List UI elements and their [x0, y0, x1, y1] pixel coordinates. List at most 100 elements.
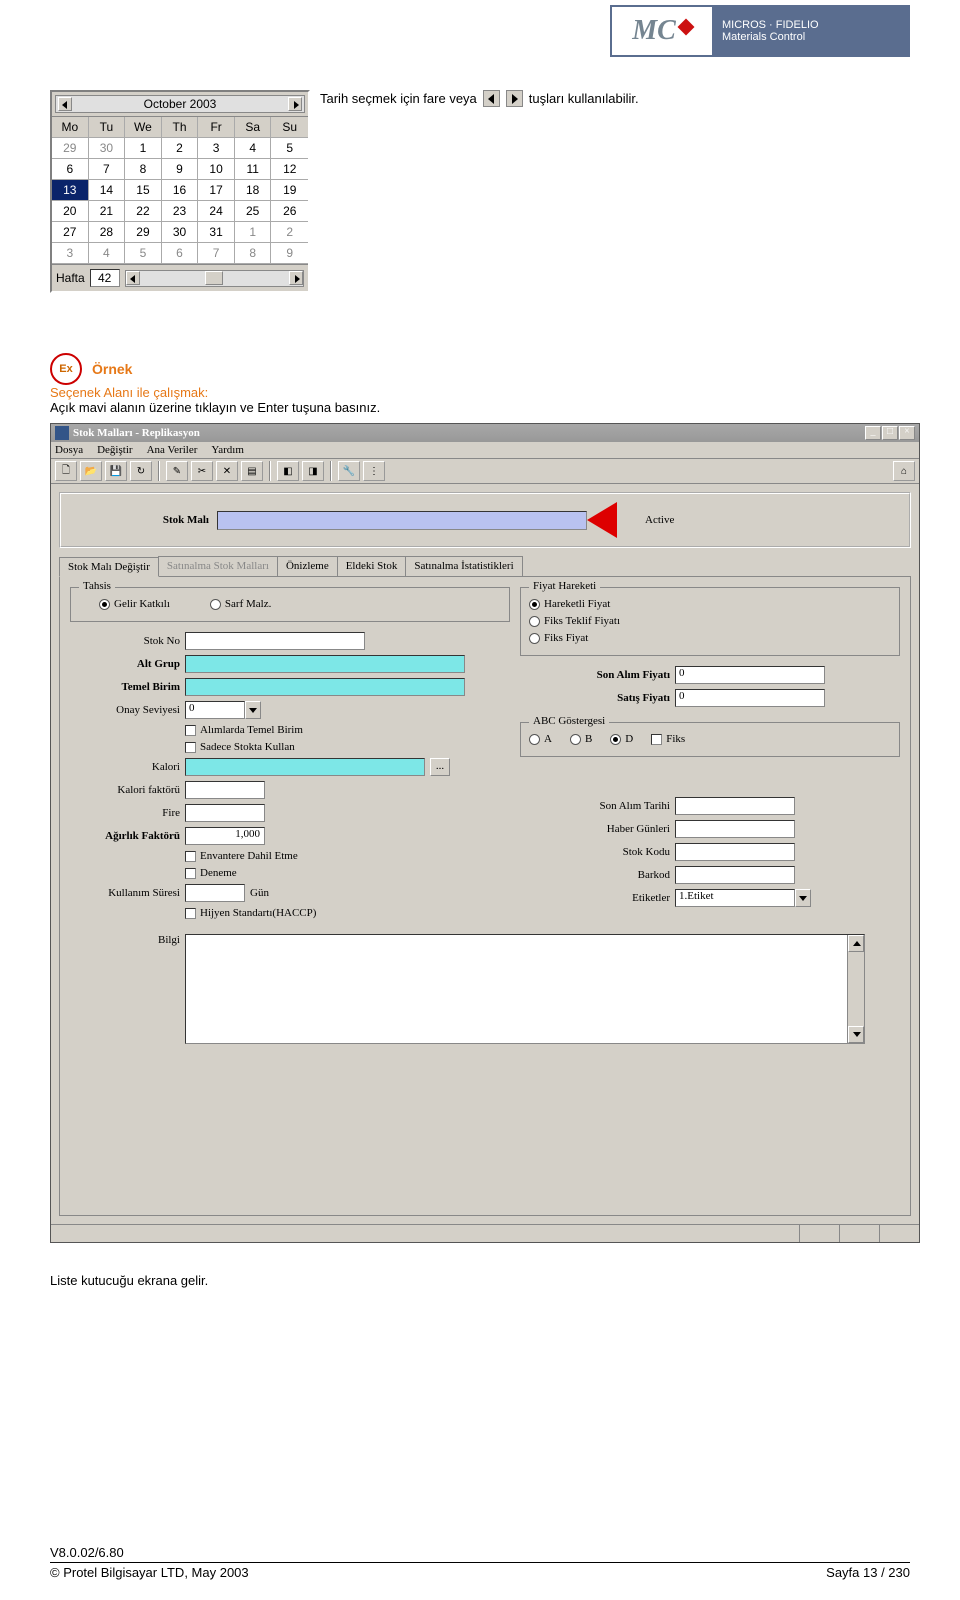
tool-icon[interactable]: ✎: [166, 461, 188, 481]
settings-icon[interactable]: 🔧: [338, 461, 360, 481]
tab[interactable]: Satınalma Stok Malları: [158, 556, 278, 576]
tool-icon[interactable]: ✕: [216, 461, 238, 481]
prev-month-icon[interactable]: [58, 97, 72, 111]
radio-b[interactable]: B: [570, 733, 592, 745]
open-icon[interactable]: 📂: [80, 461, 102, 481]
radio-fiks-fiyat[interactable]: Fiks Fiyat: [529, 632, 588, 644]
calendar-day[interactable]: 30: [89, 138, 126, 159]
calendar-day[interactable]: 17: [198, 180, 235, 201]
calendar-day[interactable]: 8: [235, 243, 272, 264]
menu-item[interactable]: Yardım: [211, 444, 244, 456]
calendar-day[interactable]: 30: [162, 222, 199, 243]
calendar-day[interactable]: 2: [162, 138, 199, 159]
calendar-day[interactable]: 23: [162, 201, 199, 222]
calendar-day[interactable]: 5: [125, 243, 162, 264]
maximize-button[interactable]: □: [882, 426, 898, 440]
son-alim-input[interactable]: 0: [675, 666, 825, 684]
check-deneme[interactable]: Deneme: [185, 867, 237, 879]
calendar-day[interactable]: 3: [52, 243, 89, 264]
week-prev-icon[interactable]: [126, 271, 140, 285]
refresh-icon[interactable]: ↻: [130, 461, 152, 481]
etiketler-dropdown[interactable]: 1.Etiket: [675, 889, 811, 907]
calendar-day[interactable]: 8: [125, 159, 162, 180]
scroll-up-icon[interactable]: [848, 935, 864, 952]
calendar-day[interactable]: 26: [271, 201, 308, 222]
calendar-day[interactable]: 2: [271, 222, 308, 243]
kullanim-input[interactable]: [185, 884, 245, 902]
calendar-day[interactable]: 19: [271, 180, 308, 201]
calendar-day[interactable]: 14: [89, 180, 126, 201]
bilgi-textarea[interactable]: [185, 934, 865, 1044]
date-picker-calendar[interactable]: October 2003 MoTuWeThFrSaSu 293012345678…: [50, 90, 310, 293]
new-icon[interactable]: 🗋: [55, 461, 77, 481]
textarea-scrollbar[interactable]: [847, 935, 864, 1043]
calendar-day[interactable]: 1: [125, 138, 162, 159]
tab[interactable]: Önizleme: [277, 556, 338, 576]
calendar-day[interactable]: 7: [198, 243, 235, 264]
stok-mali-input[interactable]: [217, 511, 587, 530]
check-haccp[interactable]: Hijyen Standartı(HACCP): [185, 907, 316, 919]
haber-input[interactable]: [675, 820, 795, 838]
home-icon[interactable]: ⌂: [893, 461, 915, 481]
check-sadece-stok[interactable]: Sadece Stokta Kullan: [185, 741, 295, 753]
calendar-day[interactable]: 11: [235, 159, 272, 180]
week-value[interactable]: 42: [90, 269, 120, 287]
check-alim-temel[interactable]: Alımlarda Temel Birim: [185, 724, 303, 736]
altgrup-input[interactable]: [185, 655, 465, 673]
week-next-icon[interactable]: [289, 271, 303, 285]
tool-icon[interactable]: ▤: [241, 461, 263, 481]
minimize-button[interactable]: _: [865, 426, 881, 440]
temelbirim-input[interactable]: [185, 678, 465, 696]
calendar-month-scroll[interactable]: October 2003: [55, 95, 305, 113]
save-icon[interactable]: 💾: [105, 461, 127, 481]
calendar-day[interactable]: 21: [89, 201, 126, 222]
dropdown-icon[interactable]: [245, 701, 261, 719]
calendar-day[interactable]: 10: [198, 159, 235, 180]
calendar-day[interactable]: 25: [235, 201, 272, 222]
calendar-day[interactable]: 20: [52, 201, 89, 222]
calendar-day[interactable]: 4: [89, 243, 126, 264]
tab[interactable]: Eldeki Stok: [337, 556, 407, 576]
calendar-day[interactable]: 22: [125, 201, 162, 222]
calendar-day[interactable]: 6: [52, 159, 89, 180]
calendar-day[interactable]: 9: [162, 159, 199, 180]
calendar-day[interactable]: 29: [52, 138, 89, 159]
radio-d[interactable]: D: [610, 733, 633, 745]
calendar-day[interactable]: 18: [235, 180, 272, 201]
calendar-day[interactable]: 5: [271, 138, 308, 159]
menu-item[interactable]: Ana Veriler: [147, 444, 198, 456]
barkod-input[interactable]: [675, 866, 795, 884]
radio-fiks-teklif[interactable]: Fiks Teklif Fiyatı: [529, 615, 620, 627]
fire-input[interactable]: [185, 804, 265, 822]
check-fiks[interactable]: Fiks: [651, 733, 685, 745]
check-envanter[interactable]: Envantere Dahil Etme: [185, 850, 298, 862]
calendar-day[interactable]: 24: [198, 201, 235, 222]
close-button[interactable]: ×: [899, 426, 915, 440]
kalori-faktor-input[interactable]: [185, 781, 265, 799]
calendar-day[interactable]: 29: [125, 222, 162, 243]
calendar-day[interactable]: 31: [198, 222, 235, 243]
calendar-day[interactable]: 9: [271, 243, 308, 264]
week-scroll[interactable]: [125, 270, 304, 287]
radio-a[interactable]: A: [529, 733, 552, 745]
radio-gelir[interactable]: Gelir Katkılı: [99, 598, 170, 610]
tab[interactable]: Satınalma İstatistikleri: [405, 556, 522, 576]
ellipsis-button[interactable]: ...: [430, 758, 450, 776]
calendar-day[interactable]: 4: [235, 138, 272, 159]
stokno-input[interactable]: [185, 632, 365, 650]
dropdown-icon[interactable]: [795, 889, 811, 907]
calendar-day[interactable]: 12: [271, 159, 308, 180]
calendar-day[interactable]: 16: [162, 180, 199, 201]
menu-item[interactable]: Dosya: [55, 444, 83, 456]
calendar-day[interactable]: 13: [52, 180, 89, 201]
tool-icon[interactable]: ◨: [302, 461, 324, 481]
calendar-day[interactable]: 1: [235, 222, 272, 243]
calendar-day[interactable]: 28: [89, 222, 126, 243]
calendar-day[interactable]: 3: [198, 138, 235, 159]
tab[interactable]: Stok Malı Değiştir: [59, 557, 159, 577]
menu-item[interactable]: Değiştir: [97, 444, 132, 456]
calendar-day[interactable]: 6: [162, 243, 199, 264]
stok-kodu-input[interactable]: [675, 843, 795, 861]
calendar-day[interactable]: 27: [52, 222, 89, 243]
satis-input[interactable]: 0: [675, 689, 825, 707]
